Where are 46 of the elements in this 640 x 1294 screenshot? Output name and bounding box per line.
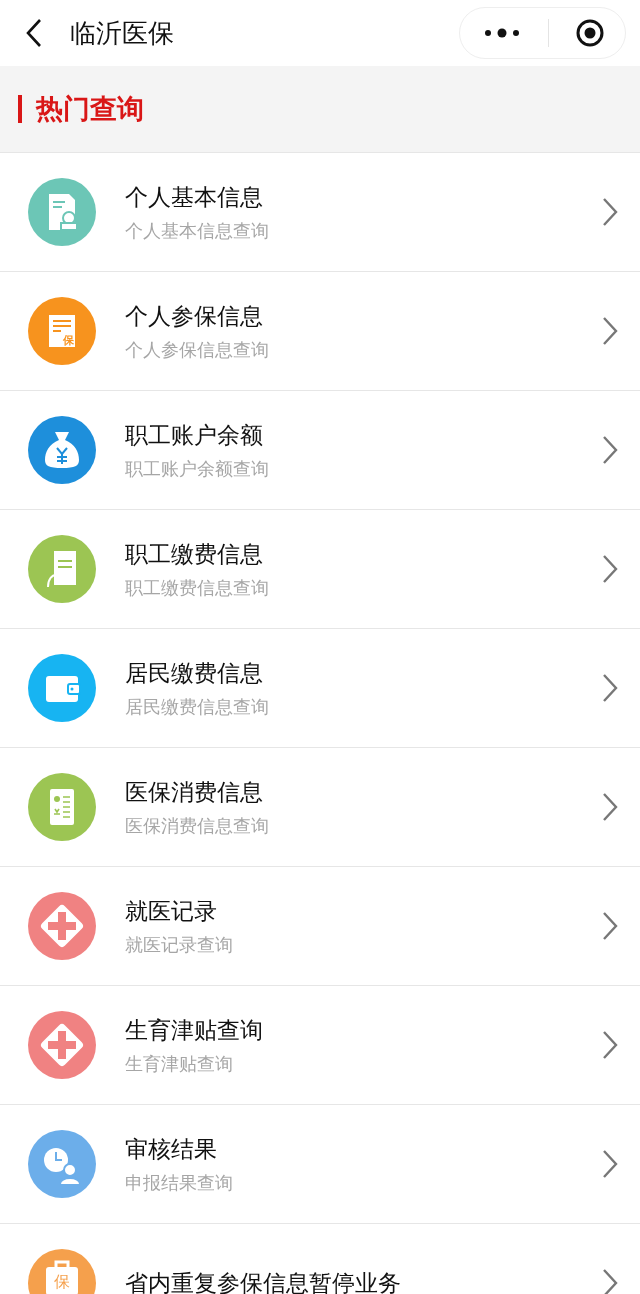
list-item[interactable]: 就医记录 就医记录查询 (0, 867, 640, 986)
list-item[interactable]: 生育津贴查询 生育津贴查询 (0, 986, 640, 1105)
item-subtitle: 个人参保信息查询 (125, 337, 270, 362)
item-title: 审核结果 (125, 1134, 218, 1164)
back-icon[interactable] (24, 18, 44, 48)
list-item[interactable]: 职工缴费信息 职工缴费信息查询 (0, 510, 640, 629)
chevron-icon (602, 197, 618, 227)
list-item[interactable]: 保 个人参保信息 个人参保信息查询 (0, 272, 640, 391)
chevron-icon (602, 911, 618, 941)
item-title: 个人参保信息 (125, 301, 264, 331)
chevron-icon (602, 673, 618, 703)
list-item[interactable]: 居民缴费信息 居民缴费信息查询 (0, 629, 640, 748)
list-item[interactable]: 保 省内重复参保信息暂停业务 (0, 1224, 640, 1294)
chevron-icon (602, 1030, 618, 1060)
item-title: 居民缴费信息 (125, 658, 264, 688)
list-item[interactable]: 医保消费信息 医保消费信息查询 (0, 748, 640, 867)
item-subtitle: 职工缴费信息查询 (125, 575, 270, 600)
list-item[interactable]: 职工账户余额 职工账户余额查询 (0, 391, 640, 510)
item-subtitle: 申报结果查询 (125, 1170, 234, 1195)
section-title: 热门查询 (36, 92, 144, 126)
item-title: 就医记录 (125, 896, 218, 926)
item-subtitle: 就医记录查询 (125, 932, 234, 957)
chevron-icon (602, 554, 618, 584)
item-subtitle: 个人基本信息查询 (125, 218, 270, 243)
chevron-icon (602, 1268, 618, 1294)
list-item[interactable]: 审核结果 申报结果查询 (0, 1105, 640, 1224)
certificate-icon: 保 (28, 297, 96, 365)
page-title: 临沂医保 (70, 16, 175, 50)
item-subtitle: 医保消费信息查询 (125, 813, 270, 838)
item-title: 生育津贴查询 (125, 1015, 264, 1045)
case-icon: 保 (28, 1249, 96, 1294)
chevron-icon (602, 1149, 618, 1179)
item-title: 个人基本信息 (125, 182, 264, 212)
chevron-icon (602, 792, 618, 822)
chevron-icon (602, 435, 618, 465)
list-item[interactable]: 个人基本信息 个人基本信息查询 (0, 153, 640, 272)
item-title: 职工账户余额 (125, 420, 264, 450)
close-icon[interactable] (575, 18, 605, 48)
item-subtitle: 生育津贴查询 (125, 1051, 234, 1076)
item-title: 职工缴费信息 (125, 539, 264, 569)
chevron-icon (602, 316, 618, 346)
item-title: 省内重复参保信息暂停业务 (125, 1268, 402, 1294)
item-title: 医保消费信息 (125, 777, 264, 807)
item-subtitle: 职工账户余额查询 (125, 456, 270, 481)
item-subtitle: 居民缴费信息查询 (125, 694, 270, 719)
more-icon[interactable] (482, 26, 522, 40)
